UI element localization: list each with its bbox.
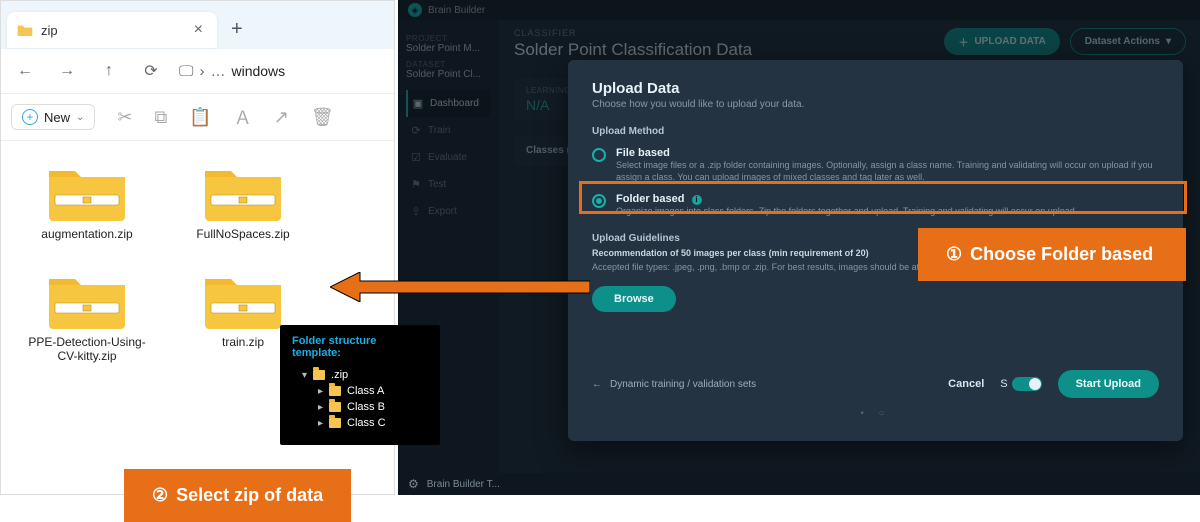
modal-subtitle: Choose how you would like to upload your… bbox=[592, 99, 1159, 110]
callout-text: Select zip of data bbox=[176, 485, 323, 506]
cut-icon[interactable]: ✂ bbox=[117, 107, 132, 128]
more-icon: … bbox=[210, 63, 225, 80]
file-label: train.zip bbox=[222, 335, 264, 349]
explorer-tab[interactable]: zip × bbox=[7, 12, 217, 48]
forward-button[interactable]: → bbox=[53, 62, 81, 80]
radio-folder-based[interactable] bbox=[592, 194, 606, 208]
start-upload-button[interactable]: Start Upload bbox=[1058, 370, 1159, 398]
explorer-toolbar: + New ⌄ ✂ ⧉ 📋 Ａ ↗ 🗑 bbox=[1, 93, 394, 141]
option-folder-based[interactable]: Folder based i Organize images into clas… bbox=[592, 193, 1159, 217]
file-item[interactable]: FullNoSpaces.zip bbox=[173, 161, 313, 241]
tree-label: Class C bbox=[347, 417, 386, 429]
folder-icon bbox=[313, 370, 325, 380]
app-bottom-bar: ⚙ Brain Builder T... bbox=[398, 473, 1200, 495]
zip-folder-icon bbox=[203, 269, 283, 329]
chevron-right-icon: › bbox=[199, 63, 204, 80]
callout-number: ① bbox=[946, 244, 962, 265]
rename-icon[interactable]: Ａ bbox=[234, 104, 252, 130]
option-desc: Select image files or a .zip folder cont… bbox=[616, 159, 1159, 183]
address-bar[interactable]: 🖵 › … windows bbox=[179, 63, 285, 80]
step-dots: • ○ bbox=[592, 408, 1159, 419]
upload-method-title: Upload Method bbox=[592, 126, 1159, 137]
option-title: Folder based i bbox=[616, 193, 1077, 205]
share-icon[interactable]: ↗ bbox=[274, 107, 289, 128]
new-button[interactable]: + New ⌄ bbox=[11, 104, 95, 130]
new-label: New bbox=[44, 110, 70, 125]
tree-row: ▾.zip bbox=[292, 367, 428, 383]
tree-label: Class A bbox=[347, 385, 384, 397]
option-desc: Organize images into class folders. Zip … bbox=[616, 205, 1077, 217]
folder-icon bbox=[329, 402, 341, 412]
explorer-tabbar: zip × + bbox=[1, 1, 394, 49]
option-title: File based bbox=[616, 147, 1159, 159]
file-item[interactable]: augmentation.zip bbox=[17, 161, 157, 241]
browse-button[interactable]: Browse bbox=[592, 286, 676, 312]
callout-choose-folder-based: ① Choose Folder based bbox=[918, 228, 1186, 281]
zip-folder-icon bbox=[203, 161, 283, 221]
path-text: windows bbox=[231, 63, 285, 79]
zip-folder-icon bbox=[47, 161, 127, 221]
cancel-button[interactable]: Cancel bbox=[948, 378, 984, 390]
chevron-left-icon: ← bbox=[592, 379, 602, 390]
gear-icon[interactable]: ⚙ bbox=[408, 477, 419, 491]
back-button[interactable]: ← bbox=[11, 62, 39, 80]
tree-row: ▸Class A bbox=[292, 383, 428, 399]
info-icon[interactable]: i bbox=[692, 195, 702, 205]
tree-row: ▸Class B bbox=[292, 399, 428, 415]
copy-icon[interactable]: ⧉ bbox=[155, 107, 168, 128]
modal-footer: ← Dynamic training / validation sets Can… bbox=[592, 370, 1159, 398]
close-icon[interactable]: × bbox=[190, 17, 207, 43]
tree-label: Class B bbox=[347, 401, 385, 413]
callout-select-zip: ② Select zip of data bbox=[124, 469, 351, 522]
skip-toggle[interactable] bbox=[1012, 377, 1042, 391]
folder-icon bbox=[329, 418, 341, 428]
up-button[interactable]: ↑ bbox=[95, 62, 123, 80]
radio-file-based[interactable] bbox=[592, 148, 606, 162]
refresh-button[interactable]: ⟳ bbox=[137, 61, 165, 81]
tree-label: .zip bbox=[331, 369, 348, 381]
option-title-text: Folder based bbox=[616, 193, 684, 205]
delete-icon[interactable]: 🗑 bbox=[311, 107, 334, 128]
callout-text: Choose Folder based bbox=[970, 244, 1153, 265]
folder-structure-tooltip: Folder structure template: ▾.zip ▸Class … bbox=[280, 325, 440, 445]
file-label: PPE-Detection-Using-CV-kitty.zip bbox=[22, 335, 152, 363]
explorer-navbar: ← → ↑ ⟳ 🖵 › … windows bbox=[1, 49, 394, 93]
skip-label: S bbox=[1000, 378, 1007, 390]
file-label: augmentation.zip bbox=[41, 227, 132, 241]
folder-icon bbox=[17, 23, 33, 37]
zip-folder-icon bbox=[47, 269, 127, 329]
paste-icon[interactable]: 📋 bbox=[189, 107, 211, 128]
option-file-based[interactable]: File based Select image files or a .zip … bbox=[592, 147, 1159, 183]
arrow-browse-to-explorer bbox=[330, 272, 590, 302]
dynamic-sets-toggle[interactable]: ← Dynamic training / validation sets bbox=[592, 379, 756, 390]
tooltip-title: Folder structure template: bbox=[292, 335, 428, 359]
monitor-icon: 🖵 bbox=[179, 63, 193, 80]
chevron-down-icon: ⌄ bbox=[76, 112, 84, 123]
modal-title: Upload Data bbox=[592, 80, 1159, 97]
file-item[interactable]: PPE-Detection-Using-CV-kitty.zip bbox=[17, 269, 157, 363]
plus-icon: + bbox=[22, 109, 38, 125]
bottom-bar-text: Brain Builder T... bbox=[427, 479, 500, 490]
tree-row: ▸Class C bbox=[292, 415, 428, 431]
callout-number: ② bbox=[152, 485, 168, 506]
file-label: FullNoSpaces.zip bbox=[196, 227, 289, 241]
explorer-tab-title: zip bbox=[41, 23, 182, 38]
folder-icon bbox=[329, 386, 341, 396]
new-tab-button[interactable]: + bbox=[217, 8, 257, 51]
dynamic-label: Dynamic training / validation sets bbox=[610, 379, 756, 390]
